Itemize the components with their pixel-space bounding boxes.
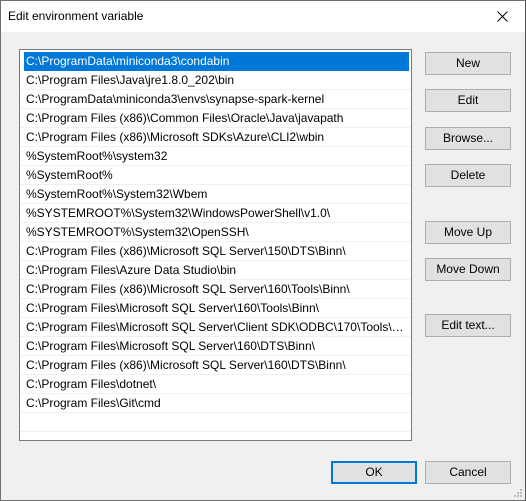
path-list-item[interactable]: %SystemRoot%\System32\Wbem bbox=[20, 185, 411, 204]
path-list-item[interactable]: C:\Program Files (x86)\Microsoft SDKs\Az… bbox=[20, 128, 411, 147]
window-title: Edit environment variable bbox=[8, 9, 144, 23]
title-bar[interactable]: Edit environment variable bbox=[1, 1, 525, 32]
path-list-item[interactable]: C:\Program Files\Azure Data Studio\bin bbox=[20, 261, 411, 280]
path-list-item[interactable]: C:\Program Files\Java\jre1.8.0_202\bin bbox=[20, 71, 411, 90]
edit-environment-variable-dialog: Edit environment variable C:\ProgramData… bbox=[0, 0, 526, 501]
path-list-item[interactable]: C:\Program Files (x86)\Microsoft SQL Ser… bbox=[20, 242, 411, 261]
edit-text-button[interactable]: Edit text... bbox=[425, 314, 511, 337]
cancel-button[interactable]: Cancel bbox=[425, 461, 511, 484]
path-list-item[interactable]: C:\Program Files\Git\cmd bbox=[20, 394, 411, 413]
path-list-item[interactable]: C:\Program Files\Microsoft SQL Server\Cl… bbox=[20, 318, 411, 337]
delete-button[interactable]: Delete bbox=[425, 164, 511, 187]
edit-button[interactable]: Edit bbox=[425, 89, 511, 112]
move-down-button[interactable]: Move Down bbox=[425, 258, 511, 281]
path-list-item[interactable]: C:\Program Files\dotnet\ bbox=[20, 375, 411, 394]
close-icon bbox=[496, 11, 508, 22]
path-list-item[interactable]: %SYSTEMROOT%\System32\OpenSSH\ bbox=[20, 223, 411, 242]
move-up-button[interactable]: Move Up bbox=[425, 221, 511, 244]
ok-button[interactable]: OK bbox=[331, 461, 417, 484]
path-list-item[interactable]: C:\Program Files\Microsoft SQL Server\16… bbox=[20, 337, 411, 356]
browse-button[interactable]: Browse... bbox=[425, 127, 511, 150]
path-list-item[interactable] bbox=[20, 413, 411, 432]
path-list-item[interactable]: %SystemRoot% bbox=[20, 166, 411, 185]
path-list-item[interactable]: C:\ProgramData\miniconda3\envs\synapse-s… bbox=[20, 90, 411, 109]
path-list[interactable]: C:\ProgramData\miniconda3\condabin C:\Pro… bbox=[19, 49, 412, 441]
resize-grip-icon[interactable] bbox=[513, 488, 523, 498]
path-list-item[interactable]: C:\ProgramData\miniconda3\condabin bbox=[24, 52, 409, 71]
path-list-item[interactable]: %SYSTEMROOT%\System32\WindowsPowerShell\… bbox=[20, 204, 411, 223]
path-list-item[interactable]: C:\Program Files (x86)\Microsoft SQL Ser… bbox=[20, 280, 411, 299]
path-list-item[interactable]: %SystemRoot%\system32 bbox=[20, 147, 411, 166]
close-button[interactable] bbox=[479, 1, 525, 32]
path-list-item[interactable]: C:\Program Files (x86)\Microsoft SQL Ser… bbox=[20, 356, 411, 375]
path-list-item[interactable]: C:\Program Files (x86)\Common Files\Orac… bbox=[20, 109, 411, 128]
new-button[interactable]: New bbox=[425, 52, 511, 75]
path-list-item[interactable]: C:\Program Files\Microsoft SQL Server\16… bbox=[20, 299, 411, 318]
